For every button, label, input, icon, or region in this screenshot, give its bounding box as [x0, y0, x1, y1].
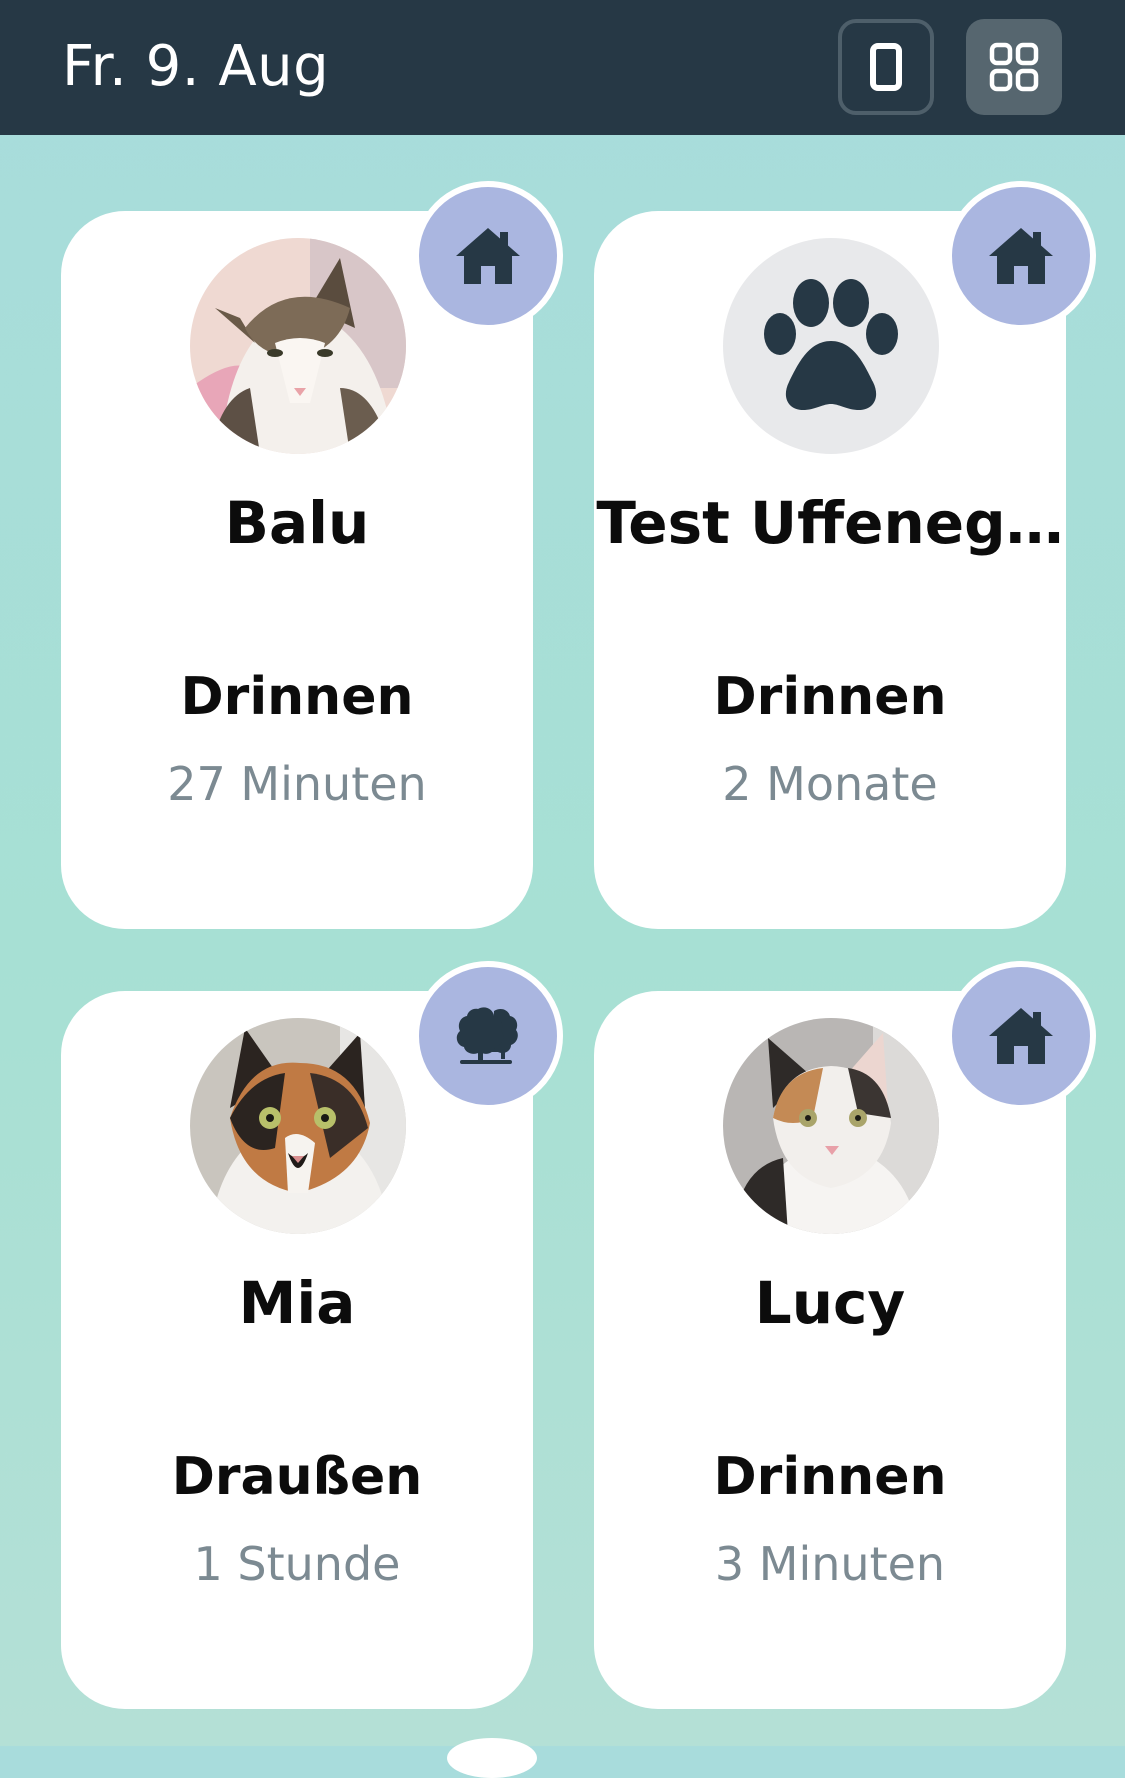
pet-duration: 27 Minuten — [167, 757, 427, 811]
pet-avatar — [190, 1018, 406, 1234]
grid-view-button[interactable] — [966, 19, 1062, 115]
pet-name: Test Uffeneg… — [596, 489, 1064, 557]
house-icon — [989, 1008, 1053, 1064]
pet-name: Balu — [224, 489, 370, 557]
next-card-badge-peek — [447, 1738, 537, 1778]
pet-avatar — [723, 1018, 939, 1234]
pet-name: Mia — [238, 1269, 356, 1337]
pet-location: Drinnen — [180, 667, 414, 727]
current-date: Fr. 9. Aug — [62, 34, 330, 99]
pet-avatar — [723, 238, 939, 454]
pet-card[interactable]: Lucy Drinnen 3 Minuten — [594, 961, 1096, 1709]
pet-card[interactable]: Mia Draußen 1 Stunde — [61, 961, 563, 1709]
pet-location: Drinnen — [713, 1447, 947, 1507]
phone-outline-icon — [870, 43, 902, 91]
location-status-badge — [413, 961, 563, 1111]
pet-avatar — [190, 238, 406, 454]
single-view-button[interactable] — [838, 19, 934, 115]
pet-card[interactable]: Balu Drinnen 27 Minuten — [61, 181, 563, 929]
location-status-badge — [946, 181, 1096, 331]
paw-placeholder-icon — [764, 279, 898, 411]
pet-duration: 3 Minuten — [714, 1537, 946, 1591]
top-bar: Fr. 9. Aug — [0, 0, 1125, 135]
house-icon — [989, 228, 1053, 284]
pet-location: Draußen — [171, 1447, 423, 1507]
pet-name: Lucy — [754, 1269, 906, 1337]
trees-icon — [456, 1007, 518, 1064]
pet-location: Drinnen — [713, 667, 947, 727]
grid-four-icon — [989, 42, 1039, 92]
location-status-badge — [413, 181, 563, 331]
pet-duration: 2 Monate — [722, 757, 938, 811]
pet-card[interactable]: Test Uffeneg… Drinnen 2 Monate — [594, 181, 1096, 929]
house-icon — [456, 228, 520, 284]
pet-duration: 1 Stunde — [193, 1537, 401, 1591]
location-status-badge — [946, 961, 1096, 1111]
